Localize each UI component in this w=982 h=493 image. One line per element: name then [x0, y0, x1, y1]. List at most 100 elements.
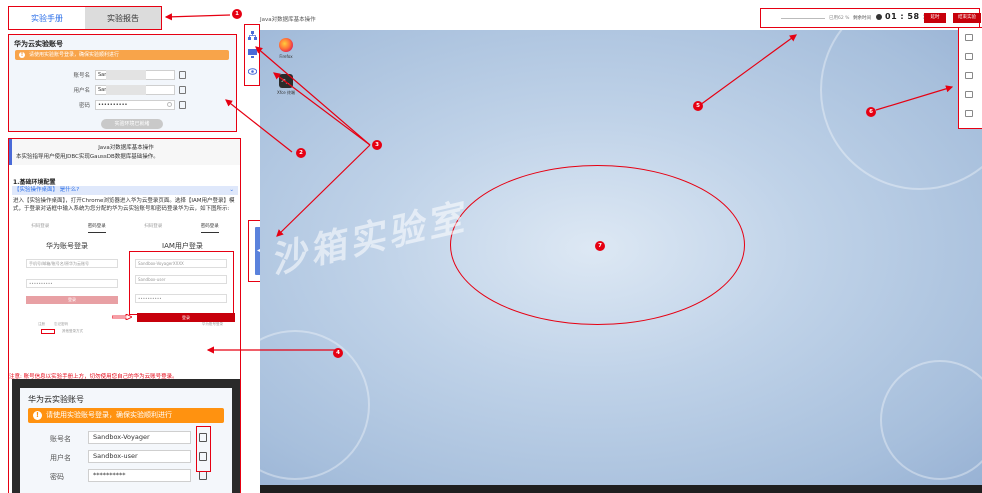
login-field: 手机号/邮箱/账号名/原华为云账号 [26, 259, 118, 268]
clock-icon [876, 14, 882, 20]
username-row: 用户名 Sand [9, 85, 238, 95]
login-tabs: 扫码登录 密码登录 扫码登录 密码登录 [12, 223, 238, 233]
annotation-badge: 6 [866, 107, 876, 117]
login-tab: 扫码登录 [144, 224, 163, 229]
background-decoration [880, 360, 982, 480]
firefox-desktop-icon[interactable]: Firefox [274, 38, 298, 59]
password-field[interactable]: •••••••••• [95, 100, 175, 110]
account-warning-text: 请使用实验账号登录，确保实验顺利进行 [29, 52, 120, 58]
usage-progress [781, 18, 825, 19]
eye-off-icon[interactable] [167, 102, 172, 107]
account-card-screenshot: 华为云实验账号 ! 请使用实验账号登录，确保实验顺利进行 账号名 Sandbox… [20, 388, 232, 493]
annotation-badge: 5 [693, 101, 703, 111]
login-link: 注册 [38, 322, 45, 326]
desktop-icon[interactable] [248, 49, 257, 58]
login-link: 其他登录方式 [62, 329, 83, 333]
env-ready-button[interactable]: 实验环境已就绪 [101, 119, 163, 129]
remaining-label: 剩余时间 [853, 16, 871, 21]
settings-icon[interactable] [965, 110, 973, 117]
redaction [106, 85, 146, 95]
experiment-title: Java对数据库基本操作 [260, 17, 316, 23]
password-row: 密码 •••••••••• [9, 100, 238, 110]
end-experiment-button[interactable]: 结束实验 [953, 13, 981, 23]
faq-collapse-label: 【实验操作桌面】 是什么? [14, 187, 80, 193]
manual-title: Java对数据库基本操作 [98, 145, 154, 151]
document-icon[interactable] [965, 72, 973, 79]
redaction [106, 70, 146, 80]
copy-icon[interactable] [179, 71, 186, 79]
account-name-row: 账号名 Sand [9, 70, 238, 80]
account-screenshot: 华为云实验账号 ! 请使用实验账号登录，确保实验顺利进行 账号名 Sandbox… [12, 379, 240, 493]
manual-content: Java对数据库基本操作 本实验指导用户使用JDBC实现GaussDB数据库基础… [8, 138, 241, 493]
card-title: 华为云实验账号 [28, 395, 84, 404]
iam-login-title: IAM用户登录 [162, 242, 203, 250]
login-button-disabled: 登录 [26, 296, 118, 304]
section-heading: 1.基础环境配置 [13, 179, 56, 186]
card-warning-text: 请使用实验账号登录，确保实验顺利进行 [46, 411, 172, 419]
card-label: 密码 [50, 473, 64, 481]
login-field: •••••••••• [26, 279, 118, 288]
side-toolbar [958, 27, 982, 129]
login-field: Sandbox-user [135, 275, 227, 284]
lab-guide-panel: 实验手册 实验报告 华为云实验账号 ! 请使用实验账号登录，确保实验顺利进行 账… [0, 0, 244, 493]
annotation-badge: 4 [333, 348, 343, 358]
firefox-icon [279, 38, 293, 52]
extend-button[interactable]: 延时 [924, 13, 946, 23]
login-button: 登录 [137, 313, 235, 322]
annotation-badge: 1 [232, 9, 242, 19]
highlight-box [196, 426, 211, 472]
login-tab: 扫码登录 [31, 224, 50, 229]
login-link: 忘记密码 [54, 322, 68, 326]
icon-caption: Firefox [279, 54, 293, 59]
eye-icon[interactable] [248, 67, 257, 76]
login-screenshot: 扫码登录 密码登录 扫码登录 密码登录 华为账号登录 IAM用户登录 手机号/邮… [12, 219, 238, 359]
copy-icon[interactable] [965, 34, 973, 41]
tool-strip [244, 24, 260, 86]
info-icon: ! [33, 411, 42, 420]
annotation-badge: 7 [595, 241, 605, 251]
manual-header: Java对数据库基本操作 本实验指导用户使用JDBC实现GaussDB数据库基础… [9, 139, 240, 165]
network-icon[interactable] [248, 31, 257, 40]
login-field: Sandbox-VoyagerXXXX [135, 259, 227, 268]
account-warning: ! 请使用实验账号登录，确保实验顺利进行 [15, 50, 229, 60]
instruction-paragraph: 进入【实验操作桌面】，打开Chrome浏览器进入华为云登录页面。选择【IAM用户… [13, 198, 235, 212]
card-value: Sandbox-Voyager [88, 431, 191, 444]
username-label: 用户名 [73, 88, 90, 94]
arrow-right-icon [112, 314, 132, 320]
manual-description: 本实验指导用户使用JDBC实现GaussDB数据库基础操作。 [16, 154, 159, 160]
icon-caption: Xfce 终端 [276, 90, 296, 95]
top-bar: Java对数据库基本操作 已用62 % 剩余时间 01 : 58 : 28 延时… [260, 8, 982, 30]
tab-report[interactable]: 实验报告 [85, 7, 161, 29]
info-icon: ! [19, 52, 25, 58]
card-value: Sandbox-user [88, 450, 191, 463]
card-label: 账号名 [50, 435, 71, 443]
card-warning: ! 请使用实验账号登录，确保实验顺利进行 [28, 408, 224, 423]
copy-icon [199, 471, 207, 480]
usage-percent: 已用62 % [829, 16, 850, 21]
copy-icon[interactable] [179, 101, 186, 109]
lab-account-card: 华为云实验账号 ! 请使用实验账号登录，确保实验顺利进行 账号名 Sand 用户… [8, 34, 237, 132]
password-label: 密码 [78, 103, 90, 109]
terminal-desktop-icon[interactable]: >_ Xfce 终端 [274, 74, 298, 96]
login-tab: 密码登录 [200, 223, 219, 233]
login-field: •••••••••• [135, 294, 227, 303]
copy-icon[interactable] [179, 86, 186, 94]
chevron-down-icon: ⌄ [229, 187, 234, 193]
login-tab: 密码登录 [87, 223, 106, 233]
clipboard-icon[interactable] [965, 53, 973, 60]
keyboard-icon[interactable] [965, 91, 973, 98]
card-value: ********** [88, 469, 191, 482]
desktop-taskbar [260, 485, 982, 493]
faq-collapse[interactable]: 【实验操作桌面】 是什么? ⌄ [12, 186, 238, 195]
highlight-box [41, 329, 55, 334]
tab-manual[interactable]: 实验手册 [9, 7, 85, 29]
terminal-icon: >_ [279, 74, 293, 88]
huawei-login-title: 华为账号登录 [46, 242, 88, 250]
background-decoration [260, 330, 370, 480]
panel-tabs: 实验手册 实验报告 [8, 6, 162, 30]
annotation-badge: 3 [372, 140, 382, 150]
account-name-label: 账号名 [73, 73, 90, 79]
login-link: 华为账号登录 [202, 322, 223, 326]
timer-box: 已用62 % 剩余时间 01 : 58 : 28 延时 结束实验 [760, 8, 981, 28]
annotation-badge: 2 [296, 148, 306, 158]
